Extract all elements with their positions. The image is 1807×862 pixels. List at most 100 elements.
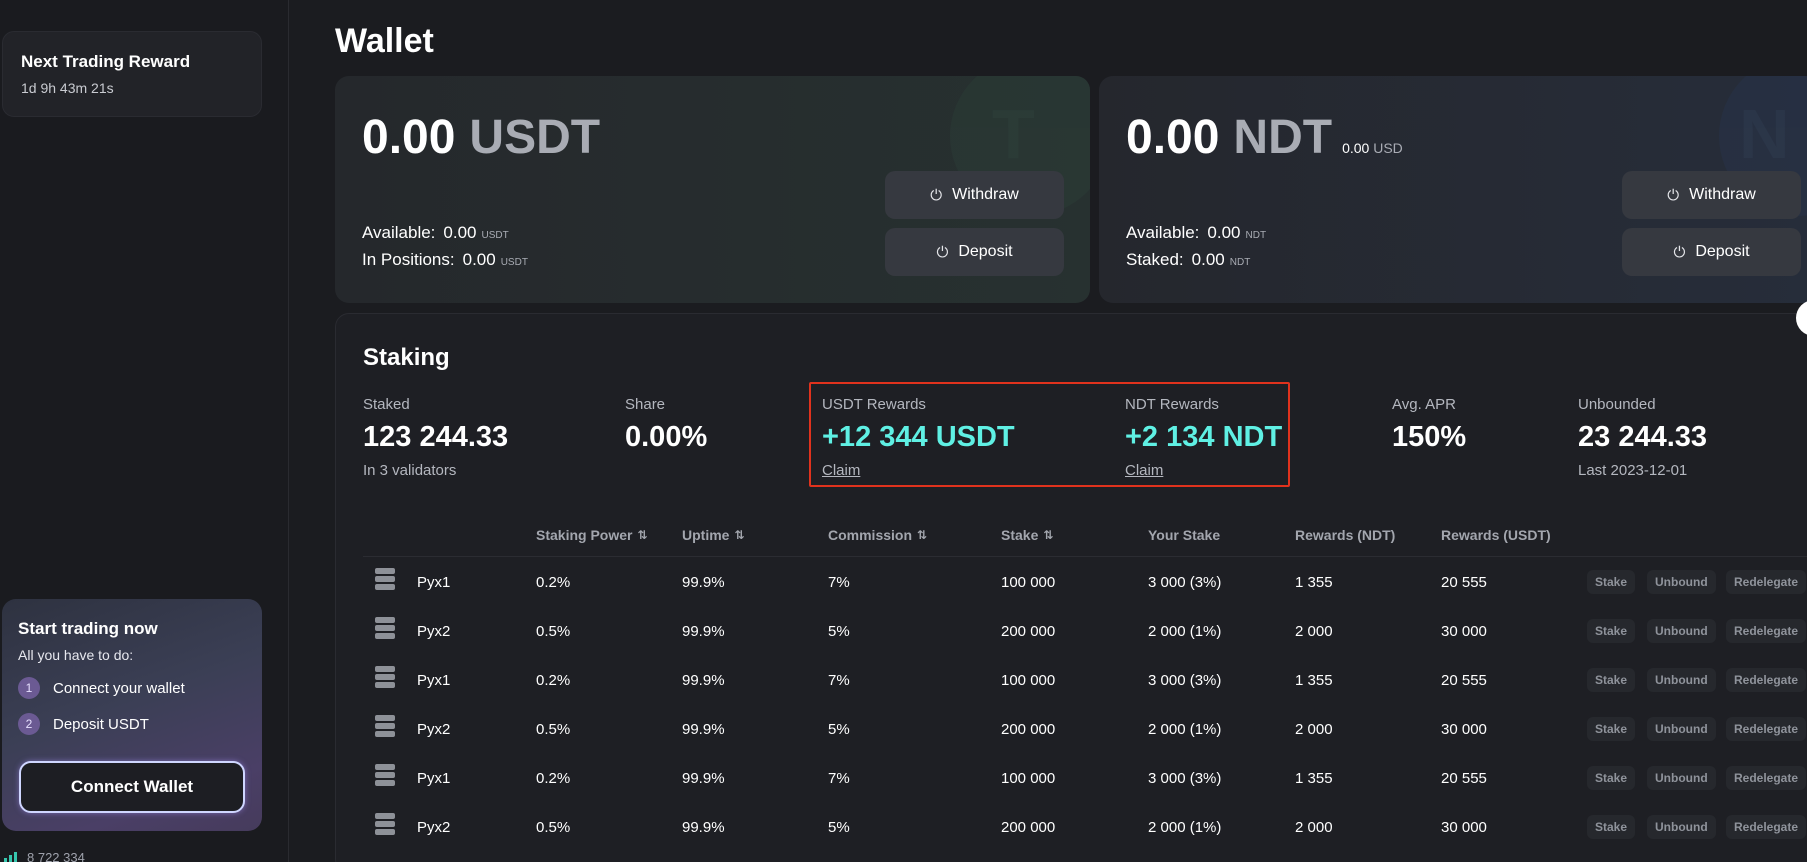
redelegate-button[interactable]: Redelegate — [1726, 619, 1807, 643]
unbound-button[interactable]: Unbound — [1647, 717, 1716, 741]
avatar — [1796, 300, 1807, 336]
commission: 5% — [828, 819, 850, 836]
stat-value: 23 244.33 — [1578, 421, 1708, 453]
validator-name: Pyx2 — [417, 819, 451, 836]
col-uptime[interactable]: Uptime ⇅ — [682, 527, 745, 543]
start-trading-card: Start trading now All you have to do: 1 … — [2, 599, 262, 831]
sort-icon: ⇅ — [917, 528, 928, 542]
staking-power: 0.5% — [536, 819, 571, 836]
button-label: Withdraw — [952, 186, 1019, 203]
balance-amount: 0.00 — [362, 111, 456, 164]
staking-power: 0.2% — [536, 770, 571, 787]
commission: 5% — [828, 721, 850, 738]
stake-button[interactable]: Stake — [1587, 766, 1636, 790]
usdt-wallet-card: T 0.00 USDT Available: 0.00 USDT In Posi… — [335, 76, 1090, 303]
usdt-withdraw-button[interactable]: ⏻ Withdraw — [885, 171, 1064, 219]
withdraw-icon: ⏻ — [1667, 186, 1680, 204]
col-label: Rewards (USDT) — [1441, 527, 1551, 543]
col-label: Stake — [1001, 527, 1039, 543]
validator-stack-icon — [375, 666, 395, 690]
stat-unbounded: Unbounded 23 244.33 Last 2023-12-01 — [1578, 396, 1707, 479]
deposit-icon: ⏻ — [1673, 243, 1686, 261]
uptime: 99.9% — [682, 770, 725, 787]
connect-wallet-button[interactable]: Connect Wallet — [19, 761, 245, 813]
stake: 200 000 — [1001, 819, 1056, 836]
unbound-button[interactable]: Unbound — [1647, 815, 1716, 839]
stat-label: Avg. APR — [1392, 396, 1456, 413]
row-unit: USDT — [500, 257, 528, 268]
redelegate-button[interactable]: Redelegate — [1726, 766, 1807, 790]
stake-button[interactable]: Stake — [1587, 619, 1636, 643]
stake-button[interactable]: Stake — [1587, 717, 1636, 741]
redelegate-button[interactable]: Redelegate — [1726, 570, 1807, 594]
rewards-usdt: 20 555 — [1441, 672, 1487, 689]
rewards-usdt: 20 555 — [1441, 574, 1487, 591]
stat-value: 150% — [1392, 421, 1467, 453]
button-label: Deposit — [1695, 243, 1750, 260]
stake: 200 000 — [1001, 721, 1056, 738]
uptime: 99.9% — [682, 623, 725, 640]
row-label: Staked: — [1126, 250, 1184, 269]
table-row: Pyx1 0.2% 99.9% 7% 100 000 3 000 (3%) 1 355 20 … — [363, 754, 1807, 803]
rewards-usdt: 30 000 — [1441, 721, 1487, 738]
usdt-balance: 0.00 USDT — [362, 110, 600, 165]
stake-button[interactable]: Stake — [1587, 668, 1636, 692]
uptime: 99.9% — [682, 574, 725, 591]
rewards-ndt: 1 355 — [1295, 574, 1333, 591]
row-value: 0.00 — [1207, 223, 1241, 242]
row-unit: USDT — [481, 230, 509, 241]
commission: 7% — [828, 574, 850, 591]
staking-panel: Staking Staked 123 244.33 In 3 validator… — [335, 300, 1807, 862]
unbound-button[interactable]: Unbound — [1647, 668, 1716, 692]
redelegate-button[interactable]: Redelegate — [1726, 815, 1807, 839]
stat-value: 0.00% — [625, 421, 708, 453]
step-number: 1 — [18, 677, 40, 699]
sort-icon: ⇅ — [1043, 528, 1054, 542]
rewards-ndt: 1 355 — [1295, 672, 1333, 689]
step-connect-wallet: 1 Connect your wallet — [18, 677, 246, 699]
stake-button[interactable]: Stake — [1587, 570, 1636, 594]
usdt-deposit-button[interactable]: ⏻ Deposit — [885, 228, 1064, 276]
stat-label: Staked — [363, 396, 410, 413]
col-label: Rewards (NDT) — [1295, 527, 1396, 543]
button-label: Deposit — [958, 243, 1013, 260]
redelegate-button[interactable]: Redelegate — [1726, 717, 1807, 741]
start-card-subtitle: All you have to do: — [18, 647, 134, 663]
ndt-withdraw-button[interactable]: ⏻ Withdraw — [1622, 171, 1801, 219]
row-unit: NDT — [1229, 257, 1251, 268]
col-commission[interactable]: Commission ⇅ — [828, 527, 927, 543]
row-value: 0.00 — [443, 223, 477, 242]
col-label: Staking Power — [536, 527, 633, 543]
step-label: Connect your wallet — [53, 679, 185, 697]
stat-avg-apr: Avg. APR 150% — [1392, 396, 1466, 454]
redelegate-button[interactable]: Redelegate — [1726, 668, 1807, 692]
unbound-button[interactable]: Unbound — [1647, 766, 1716, 790]
validator-name: Pyx2 — [417, 721, 451, 738]
stake-button[interactable]: Stake — [1587, 815, 1636, 839]
ndt-wallet-card: N 0.00 NDT 0.00 USD Available: 0.00 NDT … — [1099, 76, 1807, 303]
row-label: In Positions: — [362, 250, 455, 269]
ndt-balance: 0.00 NDT 0.00 USD — [1126, 110, 1403, 165]
unbound-button[interactable]: Unbound — [1647, 619, 1716, 643]
step-number: 2 — [18, 713, 40, 735]
row-value: 0.00 — [462, 250, 496, 269]
unbound-button[interactable]: Unbound — [1647, 570, 1716, 594]
col-staking-power[interactable]: Staking Power ⇅ — [536, 527, 648, 543]
bottom-stat-value: 8 722 334 — [27, 850, 85, 862]
table-row: Pyx2 0.5% 99.9% 5% 200 000 2 000 (1%) 2 000 30 … — [363, 705, 1807, 754]
col-your-stake: Your Stake — [1148, 527, 1220, 543]
col-rewards-ndt: Rewards (NDT) — [1295, 527, 1395, 543]
table-row: Pyx2 0.5% 99.9% 5% 200 000 2 000 (1%) 2 000 30 … — [363, 607, 1807, 656]
rewards-usdt: 20 555 — [1441, 770, 1487, 787]
row-unit: NDT — [1245, 230, 1267, 241]
step-label: Deposit USDT — [53, 715, 149, 733]
col-stake[interactable]: Stake ⇅ — [1001, 527, 1053, 543]
sidebar: Next Trading Reward 1d 9h 43m 21s Start … — [0, 0, 289, 862]
col-label: Commission — [828, 527, 913, 543]
table-row: Pyx1 0.2% 99.9% 7% 100 000 3 000 (3%) 1 355 20 … — [363, 656, 1807, 705]
ndt-deposit-button[interactable]: ⏻ Deposit — [1622, 228, 1801, 276]
stake: 100 000 — [1001, 672, 1056, 689]
table-row: Pyx2 0.5% 99.9% 5% 200 000 2 000 (1%) 2 000 30 … — [363, 803, 1807, 852]
your-stake: 2 000 (1%) — [1148, 721, 1222, 738]
usd-label: USD — [1373, 140, 1403, 156]
